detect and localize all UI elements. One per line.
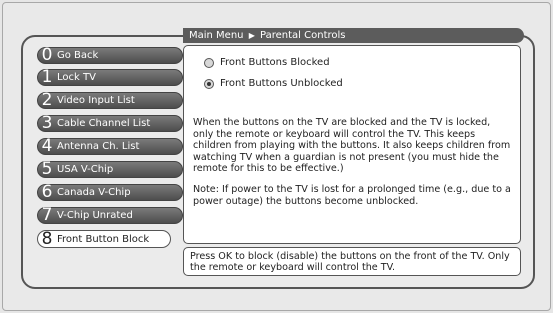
menu-item-label: V-Chip Unrated xyxy=(57,210,133,221)
menu-item-number: 1 xyxy=(41,67,53,87)
menu-item-number: 5 xyxy=(41,159,53,179)
menu-item-canada-v-chip[interactable]: 6 Canada V-Chip xyxy=(37,184,183,201)
menu-item-lock-tv[interactable]: 1 Lock TV xyxy=(37,69,183,86)
menu-item-number: 6 xyxy=(41,182,53,202)
menu-item-label: Canada V-Chip xyxy=(57,187,131,198)
menu-item-go-back[interactable]: 0 Go Back xyxy=(37,47,183,64)
content-panel: Front Buttons Blocked Front Buttons Unbl… xyxy=(183,45,521,244)
menu-item-number: 4 xyxy=(41,136,53,156)
option-label: Front Buttons Blocked xyxy=(220,57,330,68)
breadcrumb-parent: Main Menu xyxy=(189,30,244,41)
menu-item-label: Front Button Block xyxy=(57,233,150,245)
menu-item-antenna-ch-list[interactable]: 4 Antenna Ch. List xyxy=(37,138,183,155)
breadcrumb-arrow-icon: ▶ xyxy=(248,31,255,40)
menu-item-number: 3 xyxy=(41,113,53,133)
menu-item-usa-v-chip[interactable]: 5 USA V-Chip xyxy=(37,161,183,178)
help-text: Press OK to block (disable) the buttons … xyxy=(183,247,521,276)
menu-item-label: Cable Channel List xyxy=(57,118,151,129)
menu-item-number: 2 xyxy=(41,90,53,110)
menu-item-label: Antenna Ch. List xyxy=(57,141,140,152)
option-front-buttons-blocked[interactable]: Front Buttons Blocked xyxy=(204,57,330,68)
breadcrumb-current: Parental Controls xyxy=(260,30,346,41)
option-front-buttons-unblocked[interactable]: Front Buttons Unblocked xyxy=(204,78,343,89)
description-text: When the buttons on the TV are blocked a… xyxy=(193,117,511,174)
menu-item-video-input-list[interactable]: 2 Video Input List xyxy=(37,92,183,109)
menu-item-number: 7 xyxy=(41,205,53,225)
menu-item-label: USA V-Chip xyxy=(57,164,114,175)
radio-on-icon xyxy=(204,78,214,89)
menu-item-label: Video Input List xyxy=(57,95,135,106)
menu-item-v-chip-unrated[interactable]: 7 V-Chip Unrated xyxy=(37,207,183,224)
radio-off-icon xyxy=(204,57,214,68)
menu-item-front-button-block[interactable]: 8 Front Button Block xyxy=(37,230,171,248)
menu-item-number: 0 xyxy=(41,45,53,65)
menu-item-number: 8 xyxy=(41,228,53,249)
option-label: Front Buttons Unblocked xyxy=(220,78,343,89)
note-text: Note: If power to the TV is lost for a p… xyxy=(193,184,511,207)
breadcrumb: Main Menu ▶ Parental Controls xyxy=(183,28,524,43)
menu-item-label: Lock TV xyxy=(57,72,96,83)
menu-item-cable-channel-list[interactable]: 3 Cable Channel List xyxy=(37,115,183,132)
menu-item-label: Go Back xyxy=(57,50,99,61)
